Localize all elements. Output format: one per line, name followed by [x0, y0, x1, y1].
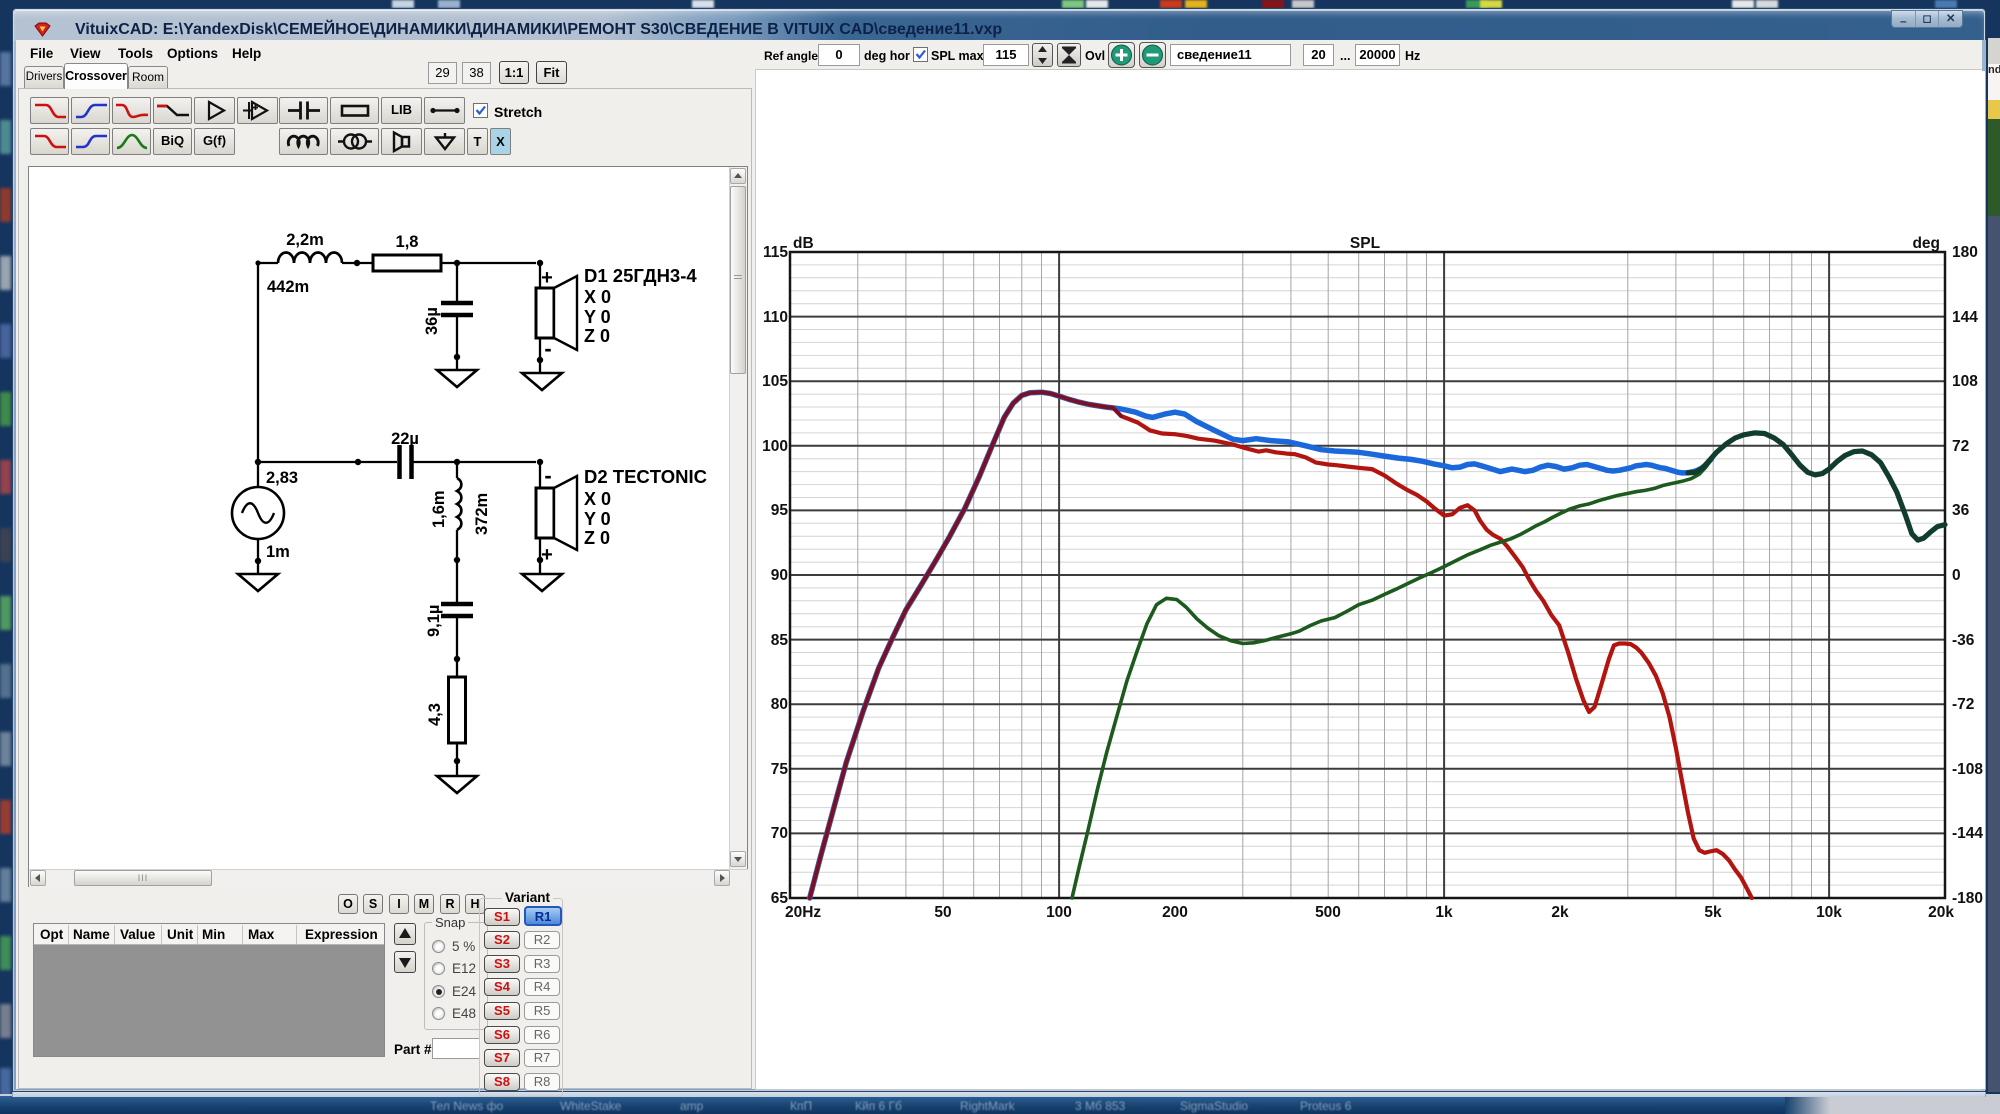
svg-text:180: 180: [1952, 244, 1978, 261]
svg-text:1k: 1k: [1435, 904, 1453, 921]
svg-text:Y 0: Y 0: [584, 509, 611, 529]
svg-text:2k: 2k: [1551, 904, 1569, 921]
svg-text:95: 95: [771, 502, 789, 519]
svg-text:442m: 442m: [267, 278, 309, 296]
svg-text:80: 80: [771, 696, 788, 713]
svg-text:200: 200: [1162, 904, 1188, 921]
svg-text:1,8: 1,8: [396, 233, 419, 251]
svg-text:70: 70: [771, 825, 788, 842]
svg-text:0: 0: [1952, 567, 1961, 584]
svg-text:10k: 10k: [1816, 904, 1842, 921]
svg-text:72: 72: [1952, 438, 1969, 455]
svg-text:-: -: [544, 463, 551, 488]
svg-text:X 0: X 0: [584, 489, 611, 509]
svg-text:dB: dB: [793, 235, 814, 252]
svg-text:90: 90: [771, 567, 788, 584]
svg-text:1,6m: 1,6m: [430, 490, 448, 528]
svg-text:-72: -72: [1952, 696, 1974, 713]
svg-text:-108: -108: [1952, 761, 1983, 778]
svg-text:+: +: [541, 267, 553, 289]
svg-text:100: 100: [762, 438, 788, 455]
svg-text:Z 0: Z 0: [584, 326, 610, 346]
svg-text:Z 0: Z 0: [584, 528, 610, 548]
svg-text:+: +: [541, 544, 553, 566]
svg-text:50: 50: [934, 904, 951, 921]
svg-text:108: 108: [1952, 373, 1978, 390]
svg-text:Y 0: Y 0: [584, 307, 611, 327]
svg-text:9,1µ: 9,1µ: [425, 605, 443, 637]
svg-text:1m: 1m: [266, 543, 290, 561]
svg-text:X 0: X 0: [584, 287, 611, 307]
svg-text:20Hz: 20Hz: [785, 904, 821, 921]
svg-text:100: 100: [1046, 904, 1072, 921]
svg-text:2,83: 2,83: [266, 469, 298, 487]
svg-text:144: 144: [1952, 309, 1978, 326]
svg-text:deg: deg: [1912, 235, 1940, 252]
svg-text:75: 75: [771, 761, 789, 778]
svg-text:22µ: 22µ: [391, 430, 419, 448]
svg-text:36: 36: [1952, 502, 1970, 519]
svg-text:115: 115: [763, 244, 788, 261]
svg-text:D2 TECTONIC: D2 TECTONIC: [584, 466, 707, 487]
svg-text:20k: 20k: [1928, 904, 1954, 921]
svg-text:-36: -36: [1952, 632, 1975, 649]
svg-text:SPL: SPL: [1350, 235, 1380, 252]
svg-text:85: 85: [771, 632, 789, 649]
svg-text:D1 25ГДН3-4: D1 25ГДН3-4: [584, 265, 697, 286]
svg-text:-144: -144: [1952, 825, 1983, 842]
svg-text:500: 500: [1315, 904, 1341, 921]
svg-text:105: 105: [762, 373, 788, 390]
svg-text:36µ: 36µ: [423, 307, 441, 335]
svg-text:-180: -180: [1952, 890, 1983, 907]
svg-text:4,3: 4,3: [426, 703, 444, 726]
svg-text:5k: 5k: [1704, 904, 1722, 921]
svg-text:372m: 372m: [473, 493, 491, 535]
svg-text:110: 110: [763, 309, 788, 326]
svg-text:2,2m: 2,2m: [286, 231, 324, 249]
svg-text:-: -: [544, 336, 551, 361]
